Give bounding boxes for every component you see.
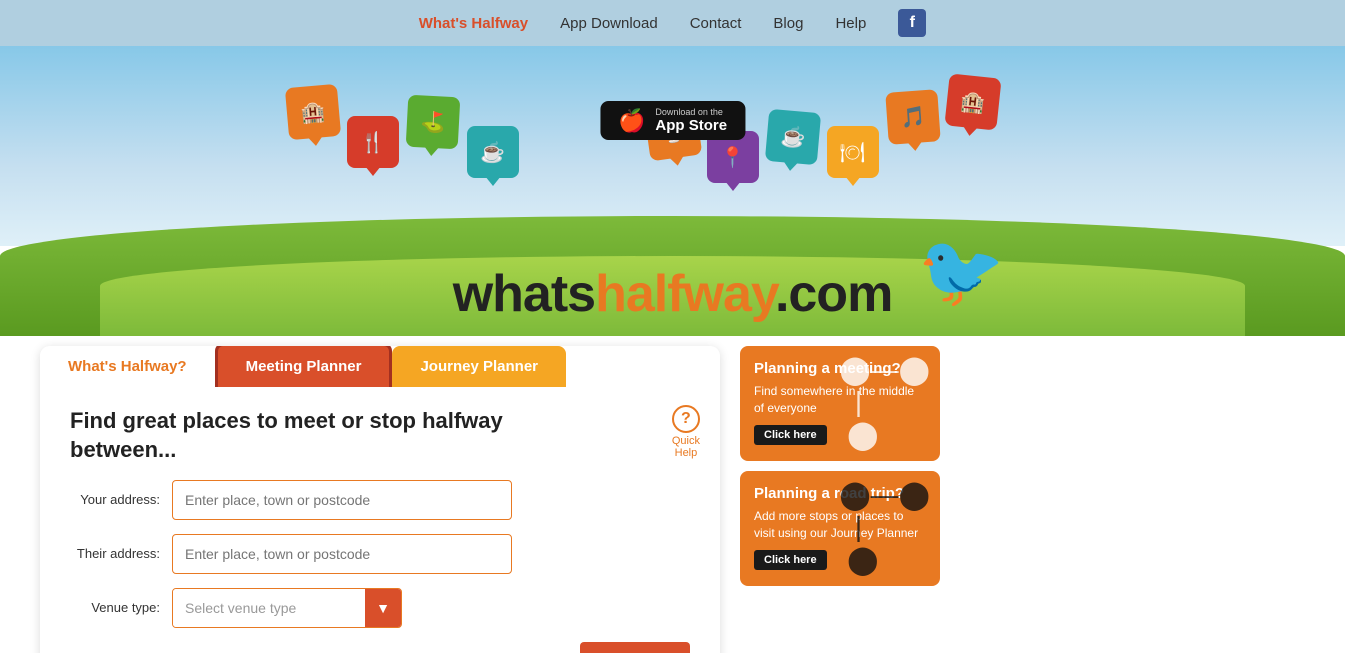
their-address-input[interactable]	[172, 534, 512, 574]
tab-bar: What's Halfway? Meeting Planner Journey …	[40, 346, 720, 387]
icon-cutlery: 🍽	[827, 126, 879, 178]
form-area: Find great places to meet or stop halfwa…	[40, 387, 720, 653]
main-content: What's Halfway? Meeting Planner Journey …	[0, 346, 1345, 653]
apple-icon: 🍎	[618, 108, 645, 134]
roadtrip-card: Planning a road trip? Add more stops or …	[740, 471, 940, 586]
hero-section: 🏨 🍴 ⛳ ☕ 🍸 📍 ☕ 🍽 🎵 🏨 🍎 Download on the Ap…	[0, 46, 1345, 336]
nav-whats-halfway[interactable]: What's Halfway	[419, 15, 528, 32]
their-address-label: Their address:	[70, 546, 160, 563]
facebook-link[interactable]: f	[898, 9, 926, 37]
submit-row: Submit	[70, 642, 690, 653]
your-address-row: Your address:	[70, 480, 690, 520]
navigation: What's Halfway App Download Contact Blog…	[0, 0, 1345, 46]
main-panel: What's Halfway? Meeting Planner Journey …	[40, 346, 720, 653]
venue-type-label: Venue type:	[70, 600, 160, 617]
meeting-card-cta[interactable]: Click here	[754, 425, 827, 445]
meeting-card: Planning a meeting? Find somewhere in th…	[740, 346, 940, 461]
network-icon: ⬤—⬤ | ⬤	[839, 353, 930, 451]
nav-help[interactable]: Help	[835, 15, 866, 32]
route-icon: ⬤—⬤ | ⬤	[839, 478, 930, 576]
nav-contact[interactable]: Contact	[690, 15, 742, 32]
tab-meeting-planner[interactable]: Meeting Planner	[215, 346, 393, 387]
icon-coffee2: ☕	[764, 109, 820, 165]
your-address-input[interactable]	[172, 480, 512, 520]
icon-music: 🎵	[885, 89, 941, 145]
nav-blog[interactable]: Blog	[773, 15, 803, 32]
venue-type-select[interactable]: Select venue type Restaurant Pub Cafe Ho…	[173, 589, 365, 627]
tab-whats-halfway[interactable]: What's Halfway?	[40, 346, 215, 387]
icon-hotel2: 🏨	[944, 73, 1001, 130]
icon-hotel: 🏨	[284, 84, 340, 140]
submit-button[interactable]: Submit	[580, 642, 690, 653]
quick-help-button[interactable]: ? QuickHelp	[672, 405, 700, 459]
form-title: Find great places to meet or stop halfwa…	[70, 407, 530, 464]
roadtrip-card-cta[interactable]: Click here	[754, 550, 827, 570]
nav-app-download[interactable]: App Download	[560, 15, 658, 32]
their-address-row: Their address:	[70, 534, 690, 574]
quick-help-icon: ?	[672, 405, 700, 433]
your-address-label: Your address:	[70, 492, 160, 509]
icon-restaurant: 🍴	[347, 116, 399, 168]
venue-select-arrow: ▼	[365, 589, 401, 627]
tab-journey-planner[interactable]: Journey Planner	[392, 346, 566, 387]
icon-coffee: ☕	[467, 126, 519, 178]
quick-help-label: QuickHelp	[672, 435, 700, 459]
icon-tee: ⛳	[405, 95, 460, 150]
venue-select-wrapper: Select venue type Restaurant Pub Cafe Ho…	[172, 588, 402, 628]
appstore-text: Download on the App Store	[655, 107, 727, 134]
right-panels: Planning a meeting? Find somewhere in th…	[740, 346, 940, 653]
appstore-button[interactable]: 🍎 Download on the App Store	[600, 101, 745, 140]
bird-mascot: 🐦	[918, 236, 1005, 306]
venue-type-row: Venue type: Select venue type Restaurant…	[70, 588, 690, 628]
site-title: whatshalfway.com	[453, 264, 893, 324]
